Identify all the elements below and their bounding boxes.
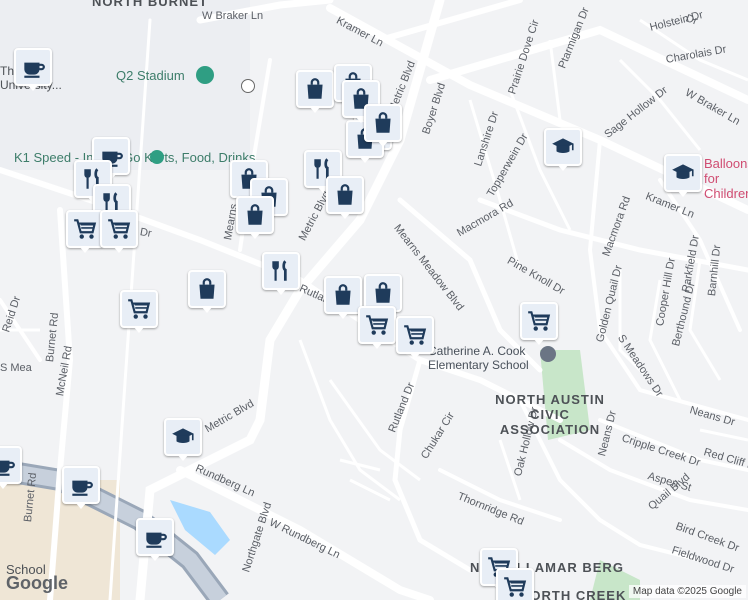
coffee-marker[interactable] — [136, 518, 174, 561]
map-attribution: Map data ©2025 Google — [628, 585, 746, 598]
shopping-cart-marker[interactable] — [396, 316, 434, 359]
poi-label-k1-speed[interactable]: K1 Speed - Indoor Go Karts, Food, Drinks… — [14, 150, 266, 165]
school-icon — [552, 138, 574, 153]
shopping-bag-marker[interactable] — [324, 276, 362, 319]
shopping-bag-icon — [307, 78, 323, 99]
transit-icon — [241, 79, 255, 93]
coffee-icon — [0, 460, 15, 476]
coffee-icon — [72, 480, 93, 496]
area-label-north-austin-civic: NORTH AUSTIN CIVIC ASSOCIATION — [495, 392, 605, 437]
shopping-bag-marker[interactable] — [296, 70, 334, 113]
shopping-cart-icon — [504, 577, 527, 597]
shopping-cart-icon — [366, 315, 389, 335]
shopping-bag-icon — [375, 282, 391, 303]
shopping-bag-marker[interactable] — [188, 270, 226, 313]
school-marker[interactable] — [664, 154, 702, 197]
school-icon — [172, 428, 194, 443]
shopping-bag-icon — [337, 184, 353, 205]
shopping-bag-marker[interactable] — [236, 196, 274, 239]
poi-label-q2-stadium[interactable]: Q2 Stadium — [116, 68, 185, 83]
school-pin-icon[interactable] — [540, 346, 556, 362]
map-canvas[interactable]: NORTH BURNET W Braker Ln Kramer Ln W Bra… — [0, 0, 748, 600]
shopping-bag-icon — [247, 204, 263, 225]
shopping-bag-marker[interactable] — [364, 104, 402, 147]
google-logo: Google — [6, 573, 68, 593]
shopping-cart-icon — [74, 219, 97, 239]
go-kart-icon[interactable] — [150, 150, 164, 164]
shopping-cart-icon — [404, 325, 427, 345]
coffee-marker[interactable] — [14, 48, 52, 91]
street-label: S Mea — [0, 362, 32, 374]
poi-label-cook-elementary[interactable]: Catherine A. Cook Elementary School — [428, 344, 548, 372]
school-marker[interactable] — [544, 128, 582, 171]
street-label: Dr — [138, 226, 153, 240]
school-icon — [672, 164, 694, 179]
shopping-cart-marker[interactable] — [120, 290, 158, 333]
shopping-cart-marker[interactable] — [358, 306, 396, 349]
shopping-cart-icon — [528, 311, 551, 331]
shopping-cart-marker[interactable] — [520, 302, 558, 345]
shopping-cart-marker[interactable] — [496, 568, 534, 600]
school-marker[interactable] — [164, 418, 202, 461]
shopping-bag-icon — [335, 284, 351, 305]
shopping-cart-marker[interactable] — [66, 210, 104, 253]
restaurant-icon — [272, 260, 287, 281]
area-label-north-creek: NORTH CREEK — [520, 588, 627, 600]
shopping-bag-marker[interactable] — [326, 176, 364, 219]
coffee-marker[interactable] — [62, 466, 100, 509]
coffee-icon — [146, 532, 167, 548]
street-label: W Braker Ln — [202, 10, 264, 22]
poi-label-balloons[interactable]: Balloons for Children — [704, 156, 748, 201]
coffee-marker[interactable] — [0, 446, 22, 489]
coffee-icon — [24, 62, 45, 78]
shopping-bag-icon — [199, 278, 215, 299]
shopping-cart-icon — [128, 299, 151, 319]
restaurant-marker[interactable] — [262, 252, 300, 295]
shopping-bag-icon — [375, 112, 391, 133]
shopping-cart-icon — [108, 219, 131, 239]
stadium-icon[interactable] — [196, 66, 214, 84]
area-label-north-burnet: NORTH BURNET — [92, 0, 208, 9]
shopping-cart-marker[interactable] — [100, 210, 138, 253]
